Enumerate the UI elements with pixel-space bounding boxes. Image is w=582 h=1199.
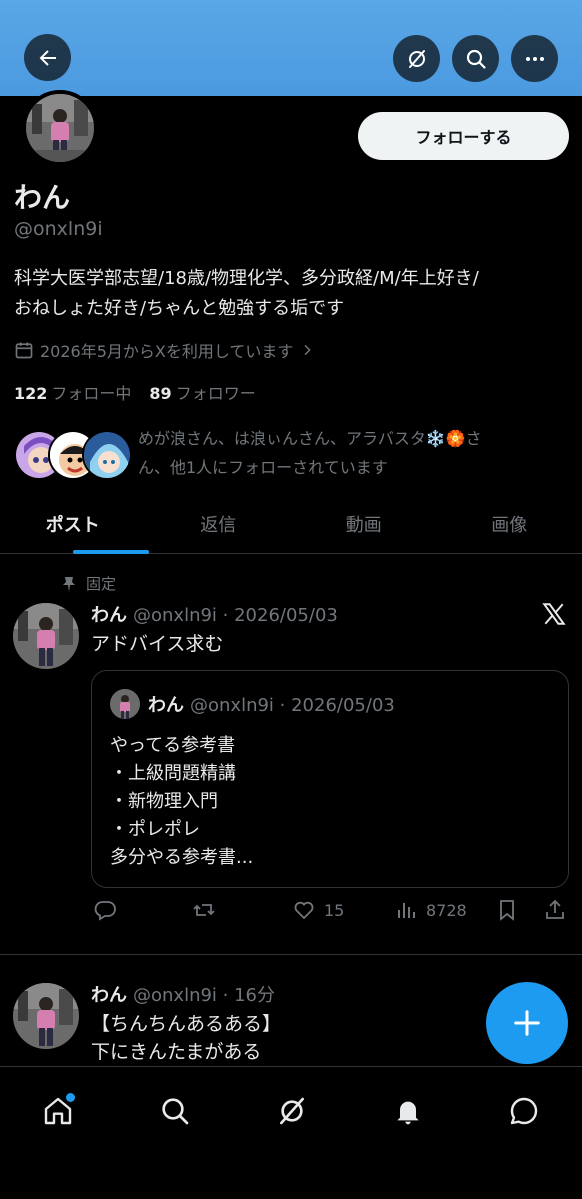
following-link[interactable]: 122 フォロー中 [14,380,131,404]
nav-home[interactable] [38,1091,78,1131]
grok-icon [408,49,425,68]
post-divider [0,954,582,955]
tab-replies[interactable]: 返信 [146,494,292,554]
grok-button[interactable] [393,35,440,82]
quote-meta: @onxln9i · 2026/05/03 [190,695,395,716]
search-icon [162,1098,189,1125]
post-avatar[interactable] [13,603,79,669]
followers-link[interactable]: 89 フォロワー [149,380,255,404]
more-button[interactable] [511,35,558,82]
repost-icon [193,904,215,916]
repost-button[interactable] [192,898,216,922]
quote-line: ・上級問題精講 [110,763,236,784]
tab-videos[interactable]: 動画 [291,494,437,554]
joined-text: 2026年5月からXを利用しています [40,342,294,361]
share-icon [546,899,564,919]
bell-icon [397,1101,419,1125]
post-text: 下にきんたまがある [91,1041,262,1063]
followers-label: フォロワー [175,384,256,403]
nav-notifications[interactable] [388,1091,428,1131]
more-icon [525,56,544,61]
calendar-icon [15,342,33,359]
reply-icon [94,901,116,921]
follower-avatar [82,430,132,480]
chat-bubble-icon [510,1097,538,1125]
post-meta: @onxln9i · 2026/05/03 [133,605,338,626]
views-icon [398,903,415,918]
follow-stats: 122 フォロー中 89 フォロワー [14,380,256,404]
notification-dot [66,1093,75,1102]
search-button[interactable] [452,35,499,82]
quote-line: ・新物理入門 [110,791,218,812]
quote-line: やってる参考書 [110,735,236,756]
x-logo-icon [542,603,566,625]
post-header: わん @onxln9i · 2026/05/03 [91,601,338,627]
pinned-label: 固定 [86,575,117,593]
post-author-name[interactable]: わん [91,605,127,626]
followed-by[interactable]: めが浪さん、は浪ぃんさん、アラバスタ❄️🏵️さ ん、他1人にフォローされています [14,424,574,484]
post-header: わん @onxln9i · 16分 [91,981,275,1007]
followed-by-line: めが浪さん、は浪ぃんさん、アラバスタ❄️🏵️さ [138,429,482,448]
joined-date[interactable]: 2026年5月からXを利用しています [14,338,315,362]
followed-by-text: めが浪さん、は浪ぃんさん、アラバスタ❄️🏵️さ ん、他1人にフォローされています [138,424,574,482]
quote-avatar [110,689,140,719]
bottom-navigation [0,1066,582,1199]
quoted-post[interactable]: わん @onxln9i · 2026/05/03 やってる参考書 ・上級問題精講 … [91,670,569,888]
bio-line: 科学大医学部志望/18歳/物理化学、多分政経/M/年上好き/ [14,268,479,289]
profile-avatar[interactable] [22,90,98,166]
followers-count: 89 [149,384,172,403]
nav-search[interactable] [155,1091,195,1131]
post-author-name[interactable]: わん [91,985,127,1006]
views-button[interactable]: 8728 [394,898,467,922]
handle: @onxln9i [14,218,103,240]
heart-icon [294,901,314,920]
pin-icon [63,576,75,592]
nav-grok[interactable] [272,1091,312,1131]
like-button[interactable]: 15 [292,898,344,922]
share-button[interactable] [543,898,567,922]
quote-line: ・ポレポレ [110,819,200,840]
view-count: 8728 [426,900,467,920]
follow-button[interactable]: フォローする [358,112,569,160]
reply-button[interactable] [93,898,117,922]
bookmark-button[interactable] [495,898,519,922]
bio-line: おねしょた好き/ちゃんと勉強する垢です [14,298,345,319]
grok-icon [280,1097,304,1125]
following-label: フォロー中 [51,384,132,403]
profile-tabs: ポスト 返信 動画 画像 [0,494,582,554]
post-actions: 15 8728 [91,898,569,930]
bio: 科学大医学部志望/18歳/物理化学、多分政経/M/年上好き/ おねしょた好き/ち… [14,264,574,324]
following-count: 122 [14,384,48,403]
bookmark-icon [500,900,514,921]
post-avatar[interactable] [13,983,79,1049]
like-count: 15 [324,900,345,920]
compose-button[interactable] [486,982,568,1064]
quote-line: 多分やる参考書... [110,847,254,868]
quote-author-name: わん [148,695,184,716]
pinned-indicator: 固定 [62,573,116,594]
post-text: アドバイス求む [91,633,224,655]
back-button[interactable] [24,34,71,81]
arrow-left-icon [39,49,56,66]
tab-posts[interactable]: ポスト [0,494,149,554]
search-icon [466,49,486,69]
display-name: わん [14,181,71,214]
post-meta: @onxln9i · 16分 [133,985,276,1006]
plus-icon [514,1010,540,1036]
followed-by-line: ん、他1人にフォローされています [138,458,388,477]
nav-messages[interactable] [504,1091,544,1131]
post-text: 【ちんちんあるある】 [91,1013,282,1035]
profile-page: フォローする わん @onxln9i 科学大医学部志望/18歳/物理化学、多分政… [0,0,582,1199]
chevron-right-icon [304,344,312,356]
tab-images[interactable]: 画像 [437,494,582,554]
quote-header: わん @onxln9i · 2026/05/03 [148,691,395,717]
